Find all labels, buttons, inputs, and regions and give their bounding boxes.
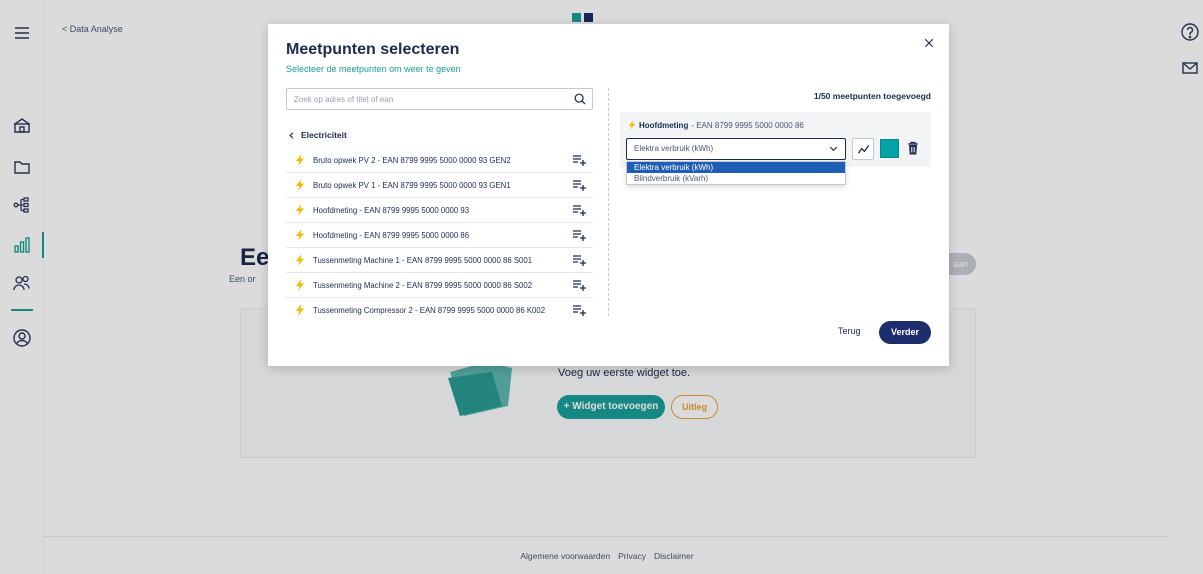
category-back-link[interactable]: Electriciteit xyxy=(288,130,347,140)
list-item[interactable]: Bruto opwek PV 2 - EAN 8799 9995 5000 00… xyxy=(286,148,593,173)
selected-point-card: Hoofdmeting - EAN 8799 9995 5000 0000 86… xyxy=(620,112,931,167)
add-to-list-icon[interactable] xyxy=(572,304,586,316)
list-item-label: Hoofdmeting - EAN 8799 9995 5000 0000 93 xyxy=(313,205,470,215)
category-label: Electriciteit xyxy=(301,130,347,140)
bolt-icon xyxy=(296,279,304,291)
measurement-type-select[interactable]: Elektra verbruik (kWh) xyxy=(626,138,846,160)
continue-button[interactable]: Verder xyxy=(879,321,931,344)
selected-point-name: Hoofdmeting xyxy=(639,120,689,130)
add-to-list-icon[interactable] xyxy=(572,279,586,291)
trash-icon[interactable] xyxy=(906,140,920,156)
list-item[interactable]: Tussenmeting Machine 1 - EAN 8799 9995 5… xyxy=(286,248,593,273)
close-icon xyxy=(924,38,934,48)
add-to-list-icon[interactable] xyxy=(572,204,586,216)
modal-title: Meetpunten selecteren xyxy=(286,41,460,58)
select-measuring-points-modal: Meetpunten selecteren Selecteer de meetp… xyxy=(268,24,949,366)
bolt-icon xyxy=(296,304,304,316)
back-button[interactable]: Terug xyxy=(838,326,861,336)
chevron-down-icon xyxy=(829,146,838,152)
bolt-icon xyxy=(296,154,304,166)
chart-type-button[interactable] xyxy=(852,138,874,160)
list-item[interactable]: Hoofdmeting - EAN 8799 9995 5000 0000 93 xyxy=(286,198,593,223)
dropdown-option-kvarh[interactable]: Blindverbruik (kVarh) xyxy=(627,173,845,184)
list-item-label: Bruto opwek PV 1 - EAN 8799 9995 5000 00… xyxy=(313,180,511,190)
list-item-label: Tussenmeting Machine 2 - EAN 8799 9995 5… xyxy=(313,280,533,290)
bolt-icon xyxy=(628,120,636,130)
line-chart-icon xyxy=(857,144,869,154)
list-item[interactable]: Tussenmeting Compressor 2 - EAN 8799 999… xyxy=(286,298,593,318)
list-item-label: Tussenmeting Compressor 2 - EAN 8799 999… xyxy=(313,305,546,315)
list-item[interactable]: Hoofdmeting - EAN 8799 9995 5000 0000 86 xyxy=(286,223,593,248)
bolt-icon xyxy=(296,229,304,241)
list-item[interactable]: Bruto opwek PV 1 - EAN 8799 9995 5000 00… xyxy=(286,173,593,198)
selected-point-ean: - EAN 8799 9995 5000 0000 86 xyxy=(691,120,804,130)
bolt-icon xyxy=(296,254,304,266)
bolt-icon xyxy=(296,204,304,216)
close-button[interactable] xyxy=(921,35,937,51)
measuring-point-list: Bruto opwek PV 2 - EAN 8799 9995 5000 00… xyxy=(286,148,593,318)
column-divider xyxy=(608,88,609,316)
add-to-list-icon[interactable] xyxy=(572,254,586,266)
list-item[interactable]: Tussenmeting Machine 2 - EAN 8799 9995 5… xyxy=(286,273,593,298)
list-item-label: Tussenmeting Machine 1 - EAN 8799 9995 5… xyxy=(313,255,533,265)
add-to-list-icon[interactable] xyxy=(572,229,586,241)
bolt-icon xyxy=(296,179,304,191)
add-to-list-icon[interactable] xyxy=(572,154,586,166)
series-color-picker[interactable] xyxy=(880,139,899,158)
selected-point-header: Hoofdmeting - EAN 8799 9995 5000 0000 86 xyxy=(628,120,804,130)
search-input[interactable] xyxy=(287,89,567,109)
list-item-label: Bruto opwek PV 2 - EAN 8799 9995 5000 00… xyxy=(313,155,511,165)
modal-subtitle: Selecteer de meetpunten om weer te geven xyxy=(286,64,461,74)
list-item-label: Hoofdmeting - EAN 8799 9995 5000 0000 86 xyxy=(313,230,470,240)
search-icon[interactable] xyxy=(573,92,587,106)
add-to-list-icon[interactable] xyxy=(572,179,586,191)
added-count: 1/50 meetpunten toegevoegd xyxy=(813,91,931,101)
dropdown-option-kwh[interactable]: Elektra verbruik (kWh) xyxy=(627,162,845,173)
measurement-type-dropdown: Elektra verbruik (kWh) Blindverbruik (kV… xyxy=(626,161,846,185)
search-field xyxy=(286,88,593,110)
measurement-type-value: Elektra verbruik (kWh) xyxy=(634,144,714,153)
chevron-left-icon xyxy=(289,131,294,139)
